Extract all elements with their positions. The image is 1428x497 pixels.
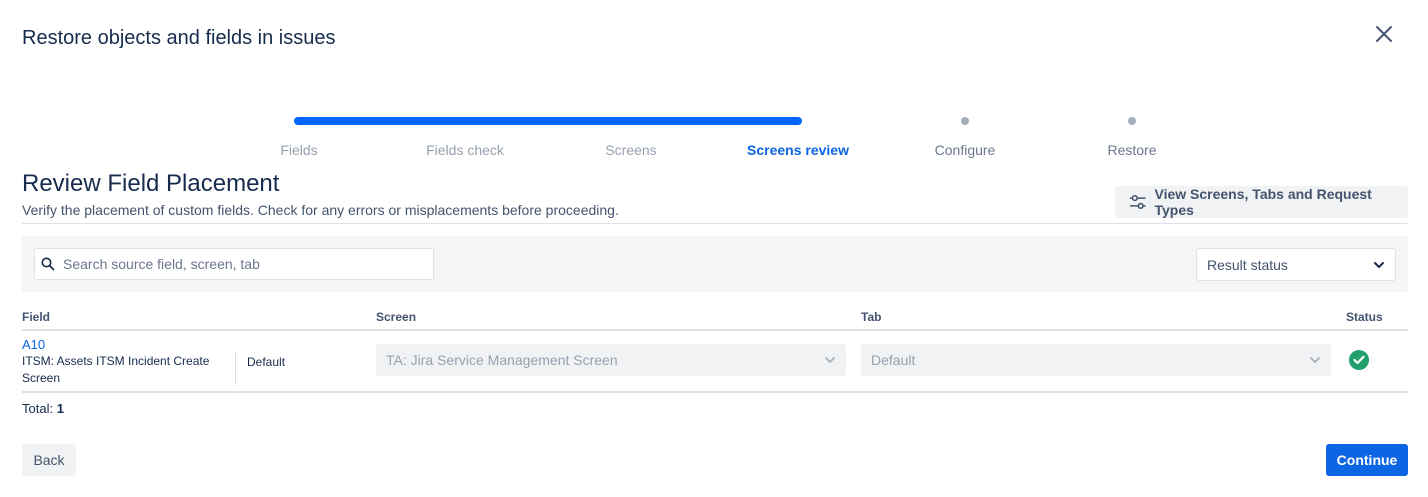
step-label-fields-check: Fields check (426, 142, 504, 158)
field-name-link[interactable]: A10 (22, 337, 45, 352)
sliders-icon (1129, 194, 1146, 210)
step-dot-configure (961, 117, 969, 125)
cell-divider (235, 351, 236, 385)
view-screens-tabs-label: View Screens, Tabs and Request Types (1154, 186, 1372, 218)
header-field: Field (22, 310, 51, 324)
step-dot-restore (1128, 117, 1136, 125)
search-input[interactable] (63, 256, 413, 272)
view-screens-tabs-button[interactable]: View Screens, Tabs and Request Types (1115, 186, 1408, 218)
tab-select[interactable]: Default (861, 344, 1331, 376)
back-button[interactable]: Back (22, 444, 76, 476)
table-header: Field Screen Tab Status (22, 305, 1408, 331)
step-label-configure: Configure (934, 142, 996, 158)
field-context: ITSM: Assets ITSM Incident Create Screen (22, 354, 210, 385)
step-label-fields: Fields (280, 142, 318, 158)
screen-select[interactable]: TA: Jira Service Management Screen (376, 344, 846, 376)
total-label: Total: (22, 401, 54, 416)
search-icon (41, 257, 55, 271)
step-label-screens-review: Screens review (747, 142, 849, 158)
close-icon (1376, 26, 1392, 42)
section-title: Review Field Placement (22, 170, 280, 197)
modal-title: Restore objects and fields in issues (22, 27, 336, 49)
tab-select-value: Default (871, 352, 916, 368)
header-status: Status (1346, 310, 1383, 324)
chevron-down-icon (1374, 261, 1384, 268)
section-divider (22, 223, 1408, 224)
header-screen: Screen (376, 310, 417, 324)
close-button[interactable] (1372, 22, 1396, 46)
chevron-down-icon (825, 357, 835, 363)
progress-bar (294, 117, 802, 125)
progress-tracker: Fields Fields check Screens Screens revi… (215, 110, 1215, 160)
status-success-icon (1349, 350, 1369, 370)
checkmark-icon (1353, 355, 1365, 365)
total-value: 1 (56, 401, 64, 416)
result-status-value: Result status (1207, 256, 1288, 273)
header-tab: Tab (861, 310, 882, 324)
total-count: Total: 1 (22, 401, 64, 416)
field-tab: Default (247, 355, 286, 369)
screen-select-value: TA: Jira Service Management Screen (386, 352, 618, 368)
step-label-restore: Restore (1107, 142, 1157, 158)
filter-bar: Result status (22, 236, 1408, 292)
chevron-down-icon (1310, 357, 1320, 363)
continue-button[interactable]: Continue (1326, 444, 1408, 476)
result-status-select[interactable]: Result status (1196, 248, 1396, 281)
step-label-screens: Screens (605, 142, 657, 158)
search-box[interactable] (34, 248, 434, 280)
section-description: Verify the placement of custom fields. C… (22, 202, 619, 218)
table-row: A10 ITSM: Assets ITSM Incident Create Sc… (22, 331, 1408, 393)
field-placement-table: Field Screen Tab Status A10 ITSM: Assets… (22, 305, 1408, 393)
